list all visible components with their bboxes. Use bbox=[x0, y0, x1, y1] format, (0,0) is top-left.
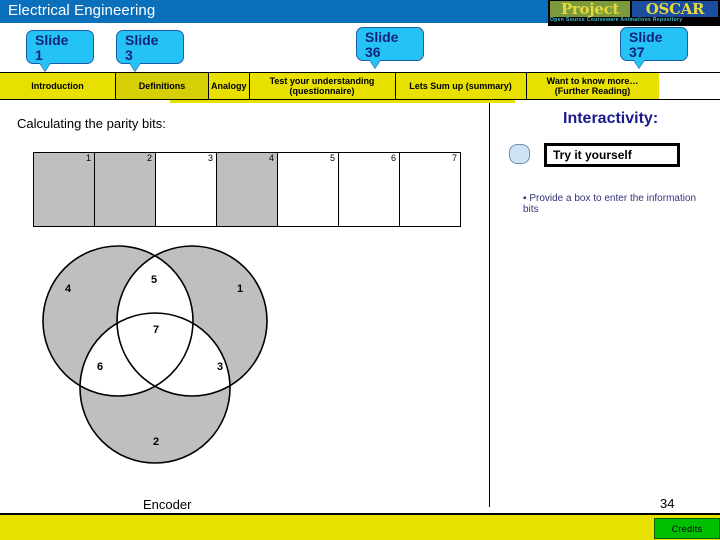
venn-label-1: 1 bbox=[237, 283, 243, 295]
nav-tab-test-your-understanding[interactable]: Test your understanding (questionnaire) bbox=[249, 73, 396, 99]
bottom-bar bbox=[0, 513, 720, 540]
venn-label-2: 2 bbox=[153, 436, 159, 448]
bit-cell-number: 7 bbox=[451, 153, 457, 163]
bit-cell[interactable]: 6 bbox=[339, 153, 400, 226]
callout-number: 36 bbox=[365, 44, 381, 60]
slide-callout-37[interactable]: Slide 37 bbox=[620, 27, 688, 68]
callout-number: 3 bbox=[125, 47, 133, 63]
logo-word-oscar: OSCAR bbox=[632, 1, 718, 17]
venn-label-7: 7 bbox=[153, 324, 159, 336]
page-number: 34 bbox=[660, 496, 675, 511]
venn-label-4: 4 bbox=[65, 283, 72, 295]
provide-box-note: ▪ Provide a box to enter the information… bbox=[523, 193, 697, 215]
oscar-logo: Project OSCAR Open Source Courseware Ani… bbox=[548, 0, 720, 26]
bit-cell-number: 4 bbox=[268, 153, 274, 163]
bit-cell-number: 6 bbox=[390, 153, 396, 163]
page-title: Electrical Engineering bbox=[8, 2, 156, 19]
bit-cell[interactable]: 3 bbox=[156, 153, 217, 226]
venn-label-6: 6 bbox=[97, 361, 103, 373]
bit-cell[interactable]: 1 bbox=[34, 153, 95, 226]
bit-cell[interactable]: 7 bbox=[400, 153, 460, 226]
nav-underline-accent bbox=[170, 100, 515, 103]
nav-tab-introduction[interactable]: Introduction bbox=[0, 73, 116, 99]
bit-cell[interactable]: 2 bbox=[95, 153, 156, 226]
nav-tab-analogy[interactable]: Analogy bbox=[209, 73, 250, 99]
logo-word-project: Project bbox=[550, 1, 630, 17]
venn-label-3: 3 bbox=[217, 361, 223, 373]
callout-number: 37 bbox=[629, 44, 645, 60]
callout-word: Slide bbox=[35, 32, 69, 48]
slide-callout-1[interactable]: Slide 1 bbox=[26, 30, 94, 71]
bit-cell-number: 1 bbox=[85, 153, 91, 163]
slide-callout-3[interactable]: Slide 3 bbox=[116, 30, 184, 71]
nav-tab-definitions[interactable]: Definitions bbox=[116, 73, 209, 99]
bit-cell-number: 3 bbox=[207, 153, 213, 163]
section-navigation-bar: Introduction Definitions Analogy Test yo… bbox=[0, 72, 720, 100]
callout-tail-icon bbox=[633, 59, 645, 68]
callout-word: Slide bbox=[629, 29, 663, 45]
slide-callout-36[interactable]: Slide 36 bbox=[356, 27, 424, 68]
try-it-yourself-button[interactable]: Try it yourself bbox=[544, 143, 680, 167]
bullet-circle-icon bbox=[509, 144, 530, 164]
venn-diagram: 4 5 1 7 6 3 2 bbox=[42, 245, 268, 464]
bit-cell[interactable]: 4 bbox=[217, 153, 278, 226]
bit-position-table: 1 2 3 4 5 6 7 bbox=[33, 152, 461, 227]
venn-label-5: 5 bbox=[151, 274, 157, 286]
pane-divider bbox=[489, 103, 490, 507]
bit-cell[interactable]: 5 bbox=[278, 153, 339, 226]
callout-tail-icon bbox=[39, 62, 51, 71]
parity-heading: Calculating the parity bits: bbox=[17, 116, 166, 131]
credits-button[interactable]: Credits bbox=[654, 518, 720, 539]
callout-tail-icon bbox=[369, 59, 381, 68]
nav-tab-lets-sum-up[interactable]: Lets Sum up (summary) bbox=[395, 73, 527, 99]
bit-cell-number: 2 bbox=[146, 153, 152, 163]
callout-word: Slide bbox=[125, 32, 159, 48]
interactivity-title: Interactivity: bbox=[563, 110, 659, 127]
callout-number: 1 bbox=[35, 47, 43, 63]
callout-tail-icon bbox=[129, 62, 141, 71]
nav-tab-want-to-know-more[interactable]: Want to know more… (Further Reading) bbox=[526, 73, 659, 99]
bit-cell-number: 5 bbox=[329, 153, 335, 163]
callout-word: Slide bbox=[365, 29, 399, 45]
encoder-label: Encoder bbox=[143, 497, 192, 512]
logo-tagline: Open Source Courseware Animations Reposi… bbox=[550, 17, 683, 23]
